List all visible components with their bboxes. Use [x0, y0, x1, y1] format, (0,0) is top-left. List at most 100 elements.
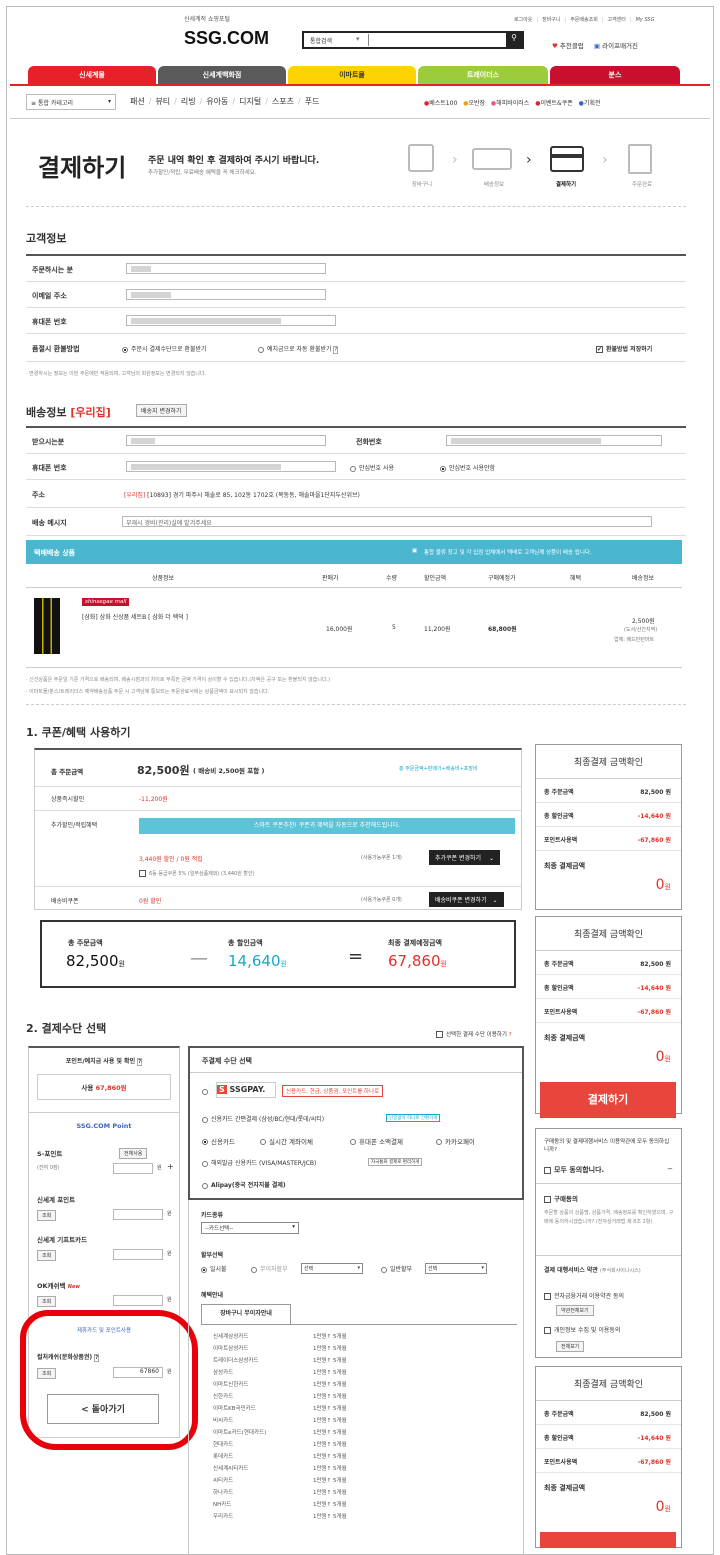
ok-input[interactable] — [113, 1295, 163, 1306]
sum-final-label: 최종 결제예정금액 — [388, 939, 442, 947]
inst-free[interactable]: 무이자할부 — [251, 1264, 288, 1273]
email-field[interactable] — [126, 289, 326, 300]
orderer-field[interactable] — [126, 263, 326, 274]
nav-sports[interactable]: 스포츠 — [272, 97, 294, 106]
method-mobile[interactable]: 휴대폰 소액결제 — [350, 1136, 403, 1146]
promo-links: ♥ 추천클럽 ▣ 라이프매거진 — [552, 40, 638, 50]
tab-shinsegae-mall[interactable]: 신세계몰 — [28, 66, 156, 84]
cs-link[interactable]: 고객센터 — [607, 17, 625, 23]
method-credit-card[interactable]: 신용카드 — [202, 1136, 235, 1146]
spoint-sub: (잔여 0점) — [37, 1165, 60, 1171]
coupon-box: 총 주문금액 82,500원 ( 배송비 2,500원 포함 ) 총 주문금액+… — [34, 748, 522, 910]
coupon-heading: 1. 쿠폰/혜택 사용하기 — [26, 726, 131, 739]
tab-boons[interactable]: 분스 — [550, 66, 680, 84]
collapse-icon[interactable]: − — [667, 1165, 673, 1173]
customer-heading: 고객정보 — [26, 232, 67, 245]
points-use-box: 사용 67,860원 — [37, 1074, 171, 1100]
phone-field[interactable] — [126, 315, 336, 326]
sp-input[interactable] — [113, 1209, 163, 1220]
ok-query-button[interactable]: 조회 — [37, 1296, 57, 1307]
agree-priv-checkbox[interactable]: 개인정보 수집 및 이용동의 — [544, 1325, 620, 1334]
card-select[interactable]: --카드선택-- ▾ — [201, 1222, 299, 1234]
pay-button[interactable]: 결제하기 — [540, 1082, 676, 1118]
method-title: 주결제 수단 선택 — [202, 1057, 252, 1065]
agree-all-checkbox[interactable]: 모두 동의합니다. — [544, 1165, 604, 1175]
nav-digital[interactable]: 디지털 — [239, 97, 261, 106]
logo[interactable]: SSG.COM — [184, 28, 269, 49]
inst-normal[interactable]: 일반할부 — [381, 1264, 412, 1273]
inst-lump[interactable]: 일시불 — [201, 1264, 227, 1273]
card-list-item: 신한카드 1만원↑ 5개월 — [213, 1392, 513, 1404]
search-bar: 통합검색 ▾ ⚲ — [302, 31, 524, 49]
obanjang-link[interactable]: 오반장 — [468, 100, 485, 107]
divider — [190, 1072, 522, 1073]
spoint-all-button[interactable]: 전체사용 — [119, 1148, 148, 1159]
sp-query-button[interactable]: 조회 — [37, 1210, 57, 1221]
summary-title: 최종결제 금액확인 — [536, 745, 681, 779]
nav-living[interactable]: 리빙 — [181, 97, 196, 106]
fin-terms-button[interactable]: 약관전체보기 — [556, 1305, 594, 1316]
nav-kids[interactable]: 유아동 — [206, 97, 228, 106]
safe-number-use[interactable]: 안심번호 사용 — [350, 463, 394, 472]
inst-free-select[interactable]: 선택 ▾ — [301, 1263, 363, 1274]
order-track-link[interactable]: 주문배송조회 — [570, 17, 598, 23]
tab-interest-free[interactable]: 장바구니 무이자안내 — [201, 1304, 291, 1324]
tab-traders[interactable]: 트레이더스 — [418, 66, 548, 84]
priv-terms-button[interactable]: 전체보기 — [556, 1341, 585, 1352]
refund-option-card[interactable]: 주문시 결제수단으로 환불받기 — [122, 344, 207, 353]
shopping-bag-icon — [408, 144, 434, 172]
myssg-link[interactable]: My SSG — [636, 17, 655, 23]
search-input[interactable] — [368, 34, 369, 46]
plus-icon[interactable]: + — [167, 1162, 174, 1171]
recipient-field[interactable] — [126, 435, 326, 446]
pg-title: 결제 대행서비스 약관 (주식회사이니시스) — [544, 1267, 641, 1274]
nav-beauty[interactable]: 뷰티 — [155, 97, 170, 106]
smart-coupon-bar[interactable]: 스마트 쿠폰추천! 쿠폰과 혜택을 자동으로 추천해드립니다. — [139, 818, 515, 834]
okcashbag-label: OK캐쉬백 New — [37, 1282, 80, 1290]
cart-link[interactable]: 장바구니 — [542, 17, 560, 23]
simple-pay-radio[interactable]: 신용카드 간편결제 (삼성/BC/현대/롯데/씨티) — [202, 1114, 324, 1123]
book-icon: ▣ — [593, 42, 601, 50]
best100-link[interactable]: 베스트100 — [429, 100, 457, 107]
add-coupon-button[interactable]: 추가쿠폰 변경하기 ⌄ — [429, 850, 501, 865]
show-selected-checkbox[interactable]: 선택한 결제 수단 이용하기 ? — [436, 1030, 512, 1038]
pay-button-partial[interactable] — [540, 1532, 676, 1548]
refund-option-deposit[interactable]: 예치금으로 자동 환불받기 ? — [258, 344, 339, 354]
search-icon[interactable]: ⚲ — [506, 33, 522, 47]
change-address-button[interactable]: 배송지 변경하기 — [136, 404, 187, 417]
logout-link[interactable]: 로그아웃 — [514, 17, 532, 23]
nav-food[interactable]: 푸드 — [305, 97, 320, 106]
tab-shinsegae-dept[interactable]: 신세계백화점 — [158, 66, 286, 84]
ship-coupon-button[interactable]: 배송비쿠폰 변경하기 ⌄ — [429, 892, 504, 907]
method-kakaopay[interactable]: 카카오페이 — [436, 1136, 475, 1146]
method-alipay[interactable]: Alipay(중국 전자지불 결제) — [202, 1180, 286, 1189]
gift-input[interactable] — [113, 1249, 163, 1260]
nav-fashion[interactable]: 패션 — [130, 97, 145, 106]
recommend-club-link[interactable]: 추천클럽 — [560, 42, 584, 50]
plan-link[interactable]: 기획전 — [584, 100, 601, 107]
ssgpay-radio[interactable] — [202, 1088, 211, 1096]
product-name[interactable]: [삼화] 삼화 신상품 세트B [ 삼화 더 렉덕 ] — [82, 612, 188, 621]
search-scope[interactable]: 통합검색 — [310, 36, 332, 45]
giftcard-label: 신세계 기프트카드 — [37, 1236, 88, 1244]
tab-emart[interactable]: 이마트몰 — [288, 66, 416, 84]
category-button[interactable]: ≡ 통합 카테고리 ▾ — [26, 94, 116, 110]
tel-field[interactable] — [446, 435, 662, 446]
event-link[interactable]: 이벤트&쿠폰 — [540, 100, 572, 107]
safe-number-no[interactable]: 안심번호 사용안함 — [440, 463, 495, 472]
method-overseas[interactable]: 해외발급 신용카드 (VISA/MASTER/JCB) — [202, 1158, 316, 1167]
agree-fin-checkbox[interactable]: 전자금융거래 이용약관 동의 — [544, 1291, 624, 1300]
spoint-input[interactable] — [113, 1163, 153, 1174]
refund-save-checkbox[interactable]: 환불방법 저장하기 — [596, 344, 652, 353]
inst-normal-select[interactable]: 선택 ▾ — [425, 1263, 487, 1274]
happyvirus-link[interactable]: 해피바이러스 — [496, 100, 529, 107]
product-image[interactable] — [34, 598, 60, 654]
magazine-link[interactable]: 라이프매거진 — [602, 42, 638, 50]
mobile-field[interactable] — [126, 461, 336, 472]
message-field[interactable]: 부재시 경비(관리)실에 맡겨주세요 — [122, 516, 652, 527]
divider — [26, 704, 686, 705]
method-bank-transfer[interactable]: 실시간 계좌이체 — [260, 1136, 313, 1146]
agree-buy-checkbox[interactable]: 구매동의 — [544, 1193, 578, 1203]
gift-query-button[interactable]: 조회 — [37, 1250, 57, 1261]
brand-badge: shinsegae mall — [82, 598, 130, 606]
